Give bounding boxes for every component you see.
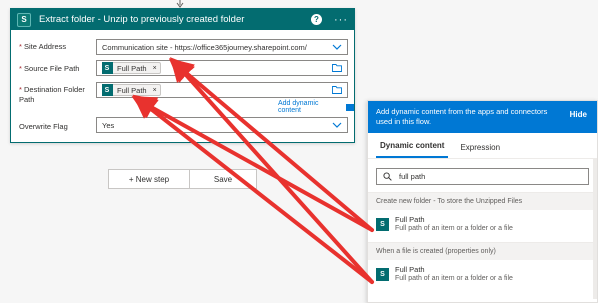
search-input[interactable]: full path: [376, 168, 589, 185]
sharepoint-icon: S: [17, 12, 31, 27]
dynamic-content-item[interactable]: S Full Path Full path of an item or a fo…: [368, 210, 597, 238]
full-path-token[interactable]: S Full Path ×: [102, 62, 161, 74]
folder-icon[interactable]: [332, 64, 342, 72]
destination-folder-path-input[interactable]: S Full Path ×: [96, 82, 348, 98]
dynamic-content-item[interactable]: S Full Path Full path of an item or a fo…: [368, 260, 597, 288]
card-title: Extract folder - Unzip to previously cre…: [39, 14, 245, 25]
chevron-down-icon: [332, 122, 342, 128]
sharepoint-icon: S: [102, 62, 113, 74]
required-mark: *: [19, 85, 22, 94]
item-title: Full Path: [395, 215, 425, 224]
sharepoint-icon: S: [102, 84, 113, 96]
scrollbar[interactable]: [593, 159, 597, 299]
item-title: Full Path: [395, 265, 425, 274]
destination-folder-path-label: * Destination Folder Path: [19, 85, 85, 104]
tab-expression[interactable]: Expression: [456, 143, 504, 158]
flow-connector-arrow: [176, 0, 184, 8]
panel-header: Add dynamic content from the apps and co…: [368, 101, 597, 133]
tab-dynamic-content[interactable]: Dynamic content: [376, 141, 449, 158]
section-header: When a file is created (properties only): [368, 242, 597, 260]
search-value: full path: [399, 172, 426, 181]
required-mark: *: [19, 42, 22, 51]
add-dynamic-content-link[interactable]: Add dynamic content: [278, 100, 354, 114]
sharepoint-icon: S: [376, 217, 389, 231]
item-description: Full path of an item or a folder or a fi…: [395, 225, 513, 232]
extract-folder-action-card: S Extract folder - Unzip to previously c…: [10, 8, 355, 143]
search-icon: [383, 172, 392, 181]
folder-icon[interactable]: [332, 86, 342, 94]
new-step-button[interactable]: + New step: [108, 169, 190, 189]
site-address-label: * Site Address: [19, 42, 67, 51]
dynamic-content-panel: Add dynamic content from the apps and co…: [367, 100, 598, 303]
panel-tabs: Dynamic content Expression: [368, 133, 597, 159]
full-path-token[interactable]: S Full Path ×: [102, 84, 161, 96]
source-file-path-label: * Source File Path: [19, 64, 80, 73]
remove-token-icon[interactable]: ×: [153, 65, 157, 72]
save-button[interactable]: Save: [189, 169, 257, 189]
remove-token-icon[interactable]: ×: [153, 87, 157, 94]
site-address-value: Communication site - https://office365jo…: [102, 42, 307, 52]
dynamic-content-icon: [346, 103, 354, 111]
section-header: Create new folder - To store the Unzippe…: [368, 192, 597, 210]
overwrite-flag-dropdown[interactable]: Yes: [96, 117, 348, 133]
card-header[interactable]: S Extract folder - Unzip to previously c…: [11, 9, 354, 30]
hide-button[interactable]: Hide: [570, 110, 587, 120]
help-icon[interactable]: ?: [311, 14, 322, 25]
chevron-down-icon: [332, 44, 342, 50]
required-mark: *: [19, 64, 22, 73]
site-address-dropdown[interactable]: Communication site - https://office365jo…: [96, 39, 348, 55]
overwrite-flag-label: Overwrite Flag: [19, 122, 68, 131]
overwrite-flag-value: Yes: [102, 120, 115, 130]
item-description: Full path of an item or a folder or a fi…: [395, 275, 513, 282]
more-options-icon[interactable]: ···: [334, 14, 348, 26]
sharepoint-icon: S: [376, 267, 389, 281]
source-file-path-input[interactable]: S Full Path ×: [96, 60, 348, 76]
